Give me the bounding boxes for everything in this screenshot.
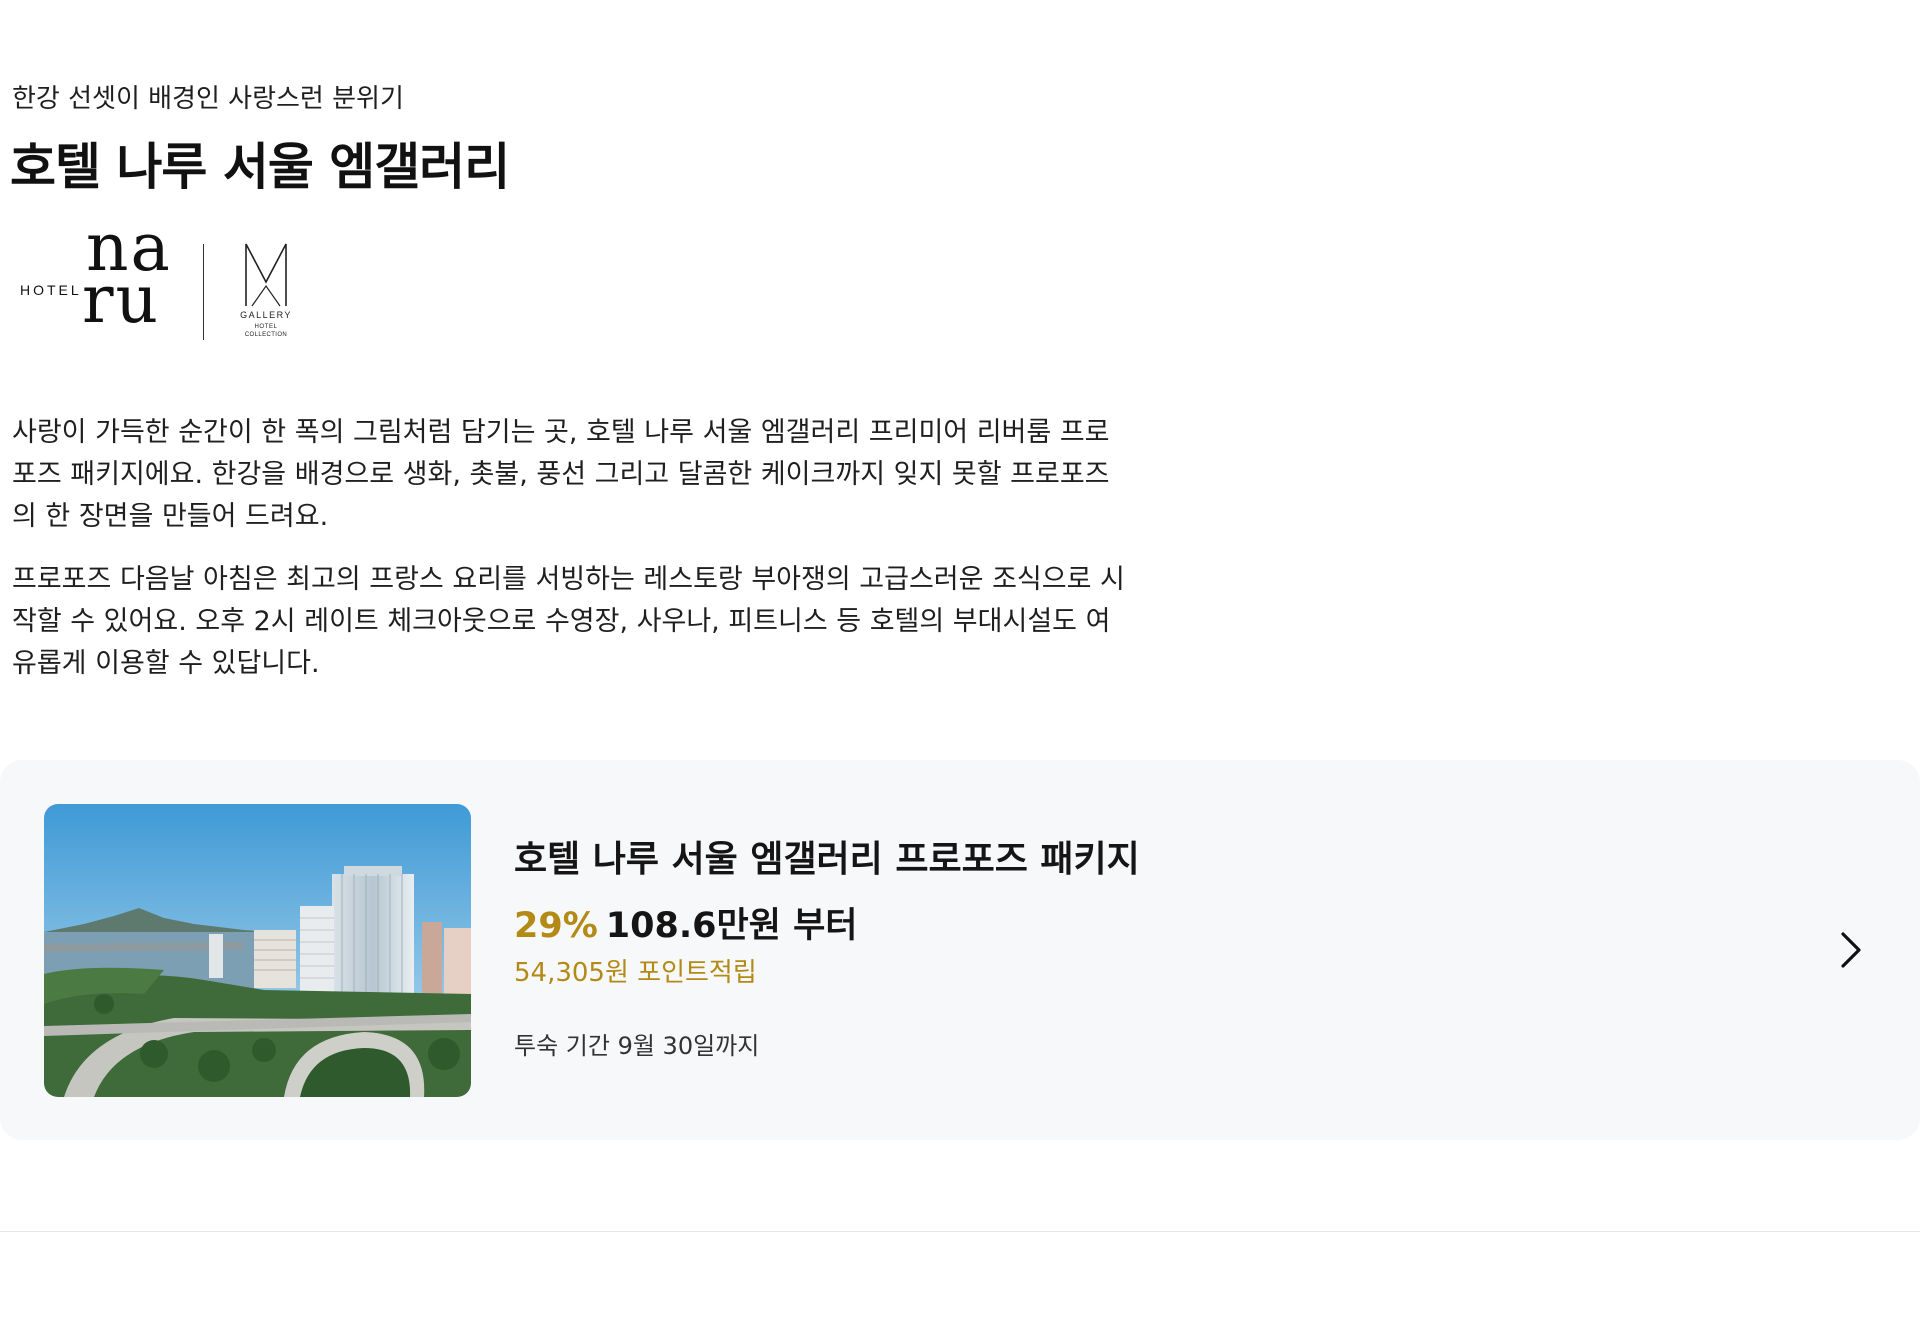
bottom-divider bbox=[0, 1231, 1920, 1232]
mgallery-hotel-label: HOTEL bbox=[254, 324, 278, 330]
naru-logo-line2: ru bbox=[82, 261, 161, 338]
price-row: 29% 108.6만원 부터 bbox=[514, 902, 857, 950]
mgallery-collection-label: COLLECTION bbox=[244, 332, 288, 338]
hotel-photo-illustration bbox=[44, 804, 471, 1097]
logo-divider bbox=[203, 244, 204, 340]
hotel-logos: HOTEL na ru GALLERY HOTEL COLLECTION bbox=[18, 215, 308, 348]
discount-rate: 29% bbox=[514, 906, 598, 946]
points-reward: 54,305원 포인트적립 bbox=[514, 958, 757, 988]
naru-logo: na ru bbox=[82, 215, 182, 342]
description-paragraph-2: 프로포즈 다음날 아침은 최고의 프랑스 요리를 서빙하는 레스토랑 부아쟁의 … bbox=[12, 564, 1125, 679]
package-price: 108.6만원 부터 bbox=[605, 906, 858, 946]
mgallery-gallery-label: GALLERY bbox=[240, 310, 292, 320]
package-title[interactable]: 호텔 나루 서울 엠갤러리 프로포즈 패키지 bbox=[514, 836, 1140, 884]
hotel-photo bbox=[44, 804, 471, 1097]
chevron-right-icon[interactable] bbox=[1833, 930, 1867, 970]
description-paragraph-1: 사랑이 가득한 순간이 한 폭의 그림처럼 담기는 곳, 호텔 나루 서울 엠갤… bbox=[12, 417, 1110, 532]
page: 한강 선셋이 배경인 사랑스런 분위기 호텔 나루 서울 엠갤러리 HOTEL … bbox=[0, 0, 1920, 1324]
hotel-title: 호텔 나루 서울 엠갤러리 bbox=[10, 138, 510, 196]
package-card[interactable] bbox=[0, 760, 1920, 1140]
hotel-subtitle: 한강 선셋이 배경인 사랑스런 분위기 bbox=[12, 84, 404, 114]
stay-period: 투숙 기간 9월 30일까지 bbox=[514, 1032, 760, 1060]
mgallery-logo: GALLERY HOTEL COLLECTION bbox=[236, 238, 296, 344]
mgallery-m-icon bbox=[245, 243, 287, 307]
logo-hotel-label: HOTEL bbox=[20, 282, 82, 298]
